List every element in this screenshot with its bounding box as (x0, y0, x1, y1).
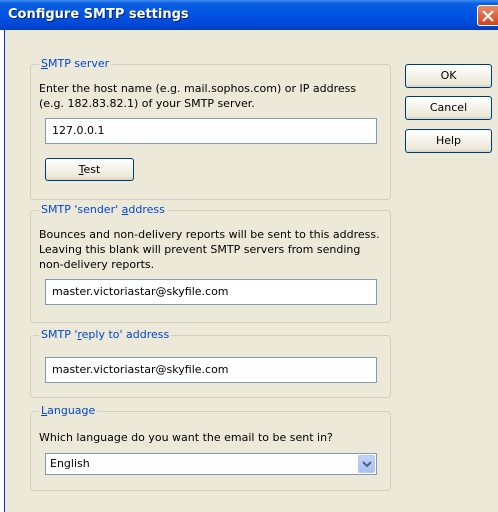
dialog-title: Configure SMTP settings (8, 7, 189, 22)
sender-address-input[interactable]: master.victoriastar@skyfile.com (45, 279, 377, 305)
smtp-server-group: SMTP server Enter the host name (e.g. ma… (30, 57, 391, 200)
language-group: Language Which language do you want the … (30, 404, 391, 491)
language-selected-value: English (50, 457, 90, 470)
reply-to-address-input[interactable]: master.victoriastar@skyfile.com (45, 357, 377, 383)
configure-smtp-dialog: Configure SMTP settings SMTP server Ente… (0, 0, 498, 512)
dropdown-arrow-button[interactable] (358, 455, 375, 473)
sender-address-description: Bounces and non-delivery reports will be… (39, 228, 380, 271)
help-button[interactable]: Help (405, 129, 492, 153)
dialog-body: SMTP server Enter the host name (e.g. ma… (4, 30, 498, 512)
language-legend: Language (39, 404, 98, 417)
reply-to-address-legend: SMTP 'reply to' address (39, 328, 172, 341)
sender-address-group: SMTP 'sender' address Bounces and non-de… (30, 203, 391, 323)
close-icon (482, 10, 494, 22)
cancel-button[interactable]: Cancel (405, 96, 492, 120)
reply-to-address-group: SMTP 'reply to' address master.victorias… (30, 328, 391, 398)
language-select[interactable]: English (45, 453, 377, 475)
smtp-server-input[interactable]: 127.0.0.1 (45, 118, 377, 144)
chevron-down-icon (362, 461, 372, 468)
smtp-server-legend: SMTP server (39, 57, 112, 70)
ok-button[interactable]: OK (405, 64, 492, 88)
test-button[interactable]: Test (45, 158, 134, 181)
close-button[interactable] (477, 5, 498, 26)
language-question: Which language do you want the email to … (39, 431, 333, 444)
smtp-server-description: Enter the host name (e.g. mail.sophos.co… (39, 82, 357, 110)
title-bar[interactable]: Configure SMTP settings (0, 0, 498, 30)
sender-address-legend: SMTP 'sender' address (39, 203, 167, 216)
